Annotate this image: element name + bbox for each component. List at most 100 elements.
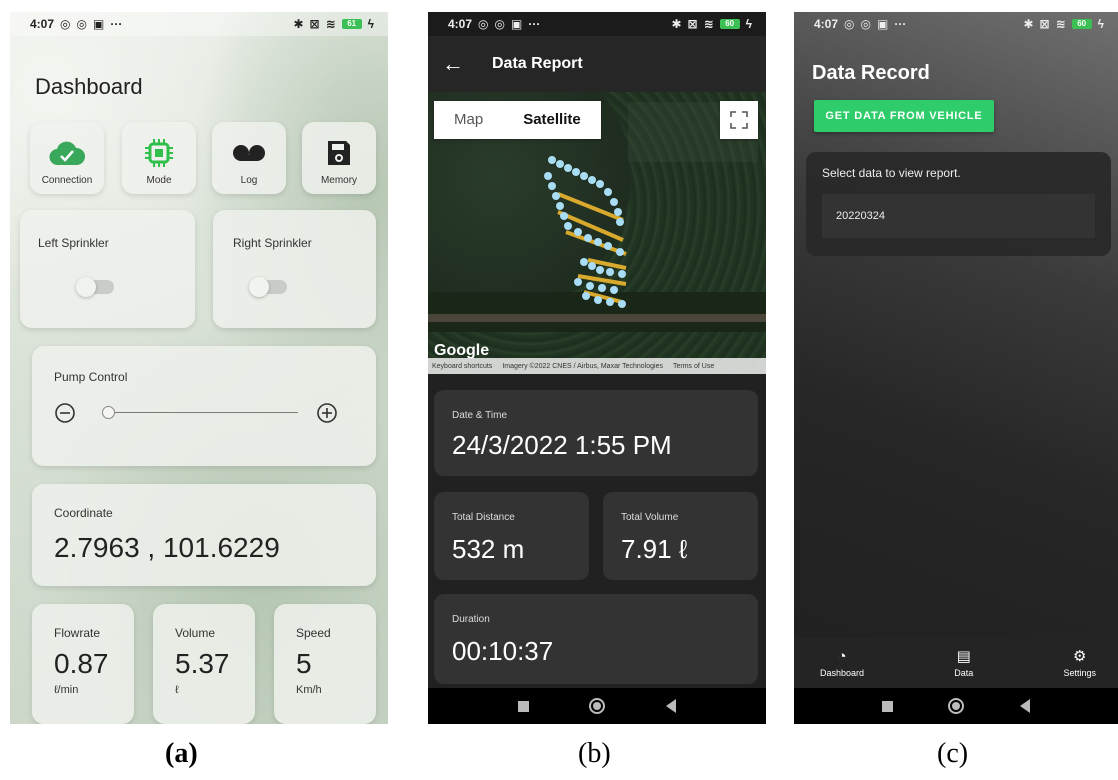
battery-icon: 61	[341, 19, 362, 29]
plus-icon[interactable]	[316, 402, 338, 424]
tile-label: Memory	[320, 175, 358, 186]
battery-icon: 60	[1071, 19, 1092, 29]
mode-button[interactable]: Mode	[122, 122, 196, 194]
nav-label: Dashboard	[820, 667, 865, 678]
back-button[interactable]	[1020, 699, 1031, 713]
status-time: 4:07	[814, 17, 839, 31]
fullscreen-button[interactable]	[720, 101, 758, 139]
volume-value: 5.37	[175, 648, 230, 679]
home-button[interactable]	[948, 698, 965, 714]
total-volume-card: Total Volume 7.91 ℓ	[603, 492, 758, 580]
gear-icon: ⚙	[1072, 647, 1087, 665]
memory-button[interactable]: Memory	[302, 122, 376, 194]
home-button[interactable]	[589, 698, 606, 714]
tile-label: Connection	[41, 175, 93, 186]
status-time: 4:07	[448, 17, 473, 31]
sim-icon: ⊠	[1039, 17, 1050, 31]
satellite-tab[interactable]: Satellite	[503, 101, 601, 139]
flowrate-unit: ℓ/min	[54, 684, 79, 696]
total-distance-label: Total Distance	[452, 512, 515, 523]
total-distance-value: 532 m	[452, 534, 525, 564]
notification-icon: ◎	[494, 17, 505, 31]
date-time-card: Date & Time 24/3/2022 1:55 PM	[434, 390, 758, 476]
nav-settings[interactable]: ⚙ Settings	[1063, 647, 1096, 678]
tile-label: Log	[240, 175, 258, 186]
volume-label: Volume	[175, 626, 216, 640]
pump-slider-track[interactable]	[108, 412, 298, 413]
imagery-credit: Imagery ©2022 CNES / Airbus, Maxar Techn…	[502, 362, 663, 370]
wifi-icon: ≋	[703, 17, 714, 31]
duration-label: Duration	[452, 614, 490, 625]
speed-unit: Km/h	[296, 684, 322, 696]
app-bar: ← Data Report	[428, 36, 766, 92]
page-title: Data Report	[492, 55, 583, 72]
recents-button[interactable]	[881, 700, 893, 712]
left-sprinkler-label: Left Sprinkler	[38, 236, 109, 250]
wifi-icon: ≋	[1055, 17, 1066, 31]
map-attribution: Keyboard shortcuts Imagery ©2022 CNES / …	[428, 358, 766, 374]
left-sprinkler-toggle[interactable]	[76, 277, 114, 297]
arrow-left-icon[interactable]: ←	[442, 51, 464, 77]
toggle-knob	[249, 277, 269, 297]
data-record-screen: 4:07 ◎ ◎ ▣ ··· ✱ ⊠ ≋ 60 ϟ Data Record GE…	[794, 12, 1118, 724]
duration-value: 00:10:37	[452, 636, 554, 666]
notification-icon: ◎	[60, 17, 71, 31]
speedometer-icon: ◔	[837, 647, 847, 665]
charging-icon: ϟ	[367, 17, 374, 31]
get-data-button[interactable]: GET DATA FROM VEHICLE	[814, 100, 994, 132]
list-item[interactable]: 20220324	[822, 194, 1095, 238]
wifi-icon: ≋	[325, 17, 336, 31]
volume-unit: ℓ	[175, 684, 179, 696]
notification-icon: ◎	[860, 17, 871, 31]
bottom-nav: ◔ Dashboard ▤ Data ⚙ Settings	[794, 638, 1118, 688]
data-report-screen: 4:07 ◎ ◎ ▣ ··· ✱ ⊠ ≋ 60 ϟ ← Data Report	[428, 12, 766, 724]
connection-button[interactable]: Connection	[30, 122, 104, 194]
caption-a: (a)	[165, 738, 198, 769]
nav-dashboard[interactable]: ◔ Dashboard	[820, 647, 865, 678]
cloud-check-icon	[49, 137, 85, 169]
notification-icon: ◎	[76, 17, 87, 31]
cassette-icon	[231, 137, 267, 169]
right-sprinkler-toggle[interactable]	[249, 277, 287, 297]
speed-value: 5	[296, 648, 312, 679]
recents-button[interactable]	[518, 700, 530, 712]
keyboard-shortcuts-link[interactable]: Keyboard shortcuts	[432, 363, 492, 370]
coordinate-label: Coordinate	[54, 506, 113, 520]
log-button[interactable]: Log	[212, 122, 286, 194]
charging-icon: ϟ	[745, 17, 752, 31]
total-volume-value: 7.91 ℓ	[621, 534, 688, 564]
bluetooth-icon: ✱	[1023, 17, 1034, 31]
duration-card: Duration 00:10:37	[434, 594, 758, 684]
speed-card: Speed 5 Km/h	[274, 604, 376, 724]
terms-link[interactable]: Terms of Use	[673, 363, 714, 370]
system-nav-bar	[428, 688, 766, 724]
tile-label: Mode	[146, 175, 172, 186]
more-notifications: ···	[528, 17, 541, 31]
page-title: Data Record	[812, 62, 930, 84]
dashboard-screen: 4:07 ◎ ◎ ▣ ··· ✱ ⊠ ≋ 61 ϟ Dashboard Conn…	[10, 12, 388, 724]
flowrate-label: Flowrate	[54, 626, 101, 640]
select-prompt: Select data to view report.	[822, 166, 961, 180]
app-icon: ▣	[511, 17, 523, 31]
notification-icon: ◎	[478, 17, 489, 31]
total-volume-label: Total Volume	[621, 512, 679, 523]
date-time-value: 24/3/2022 1:55 PM	[452, 430, 672, 460]
more-notifications: ···	[110, 17, 123, 31]
pump-slider-thumb[interactable]	[102, 406, 115, 419]
map-type-toggle: Map Satellite	[434, 101, 601, 139]
flowrate-value: 0.87	[54, 648, 109, 679]
nav-label: Settings	[1063, 667, 1096, 678]
caption-c: (c)	[937, 738, 969, 769]
chip-icon	[141, 137, 177, 169]
battery-icon: 60	[719, 19, 740, 29]
back-button[interactable]	[665, 699, 676, 713]
satellite-map[interactable]: Map Satellite Google Keyboard shortcuts …	[428, 92, 766, 374]
date-time-label: Date & Time	[452, 410, 508, 421]
minus-icon[interactable]	[54, 402, 76, 424]
document-icon: ▤	[956, 647, 971, 665]
sim-icon: ⊠	[687, 17, 698, 31]
map-tab[interactable]: Map	[434, 101, 503, 139]
nav-data[interactable]: ▤ Data	[954, 647, 973, 678]
system-nav-bar	[794, 688, 1118, 724]
right-sprinkler-card: Right Sprinkler	[213, 210, 376, 328]
